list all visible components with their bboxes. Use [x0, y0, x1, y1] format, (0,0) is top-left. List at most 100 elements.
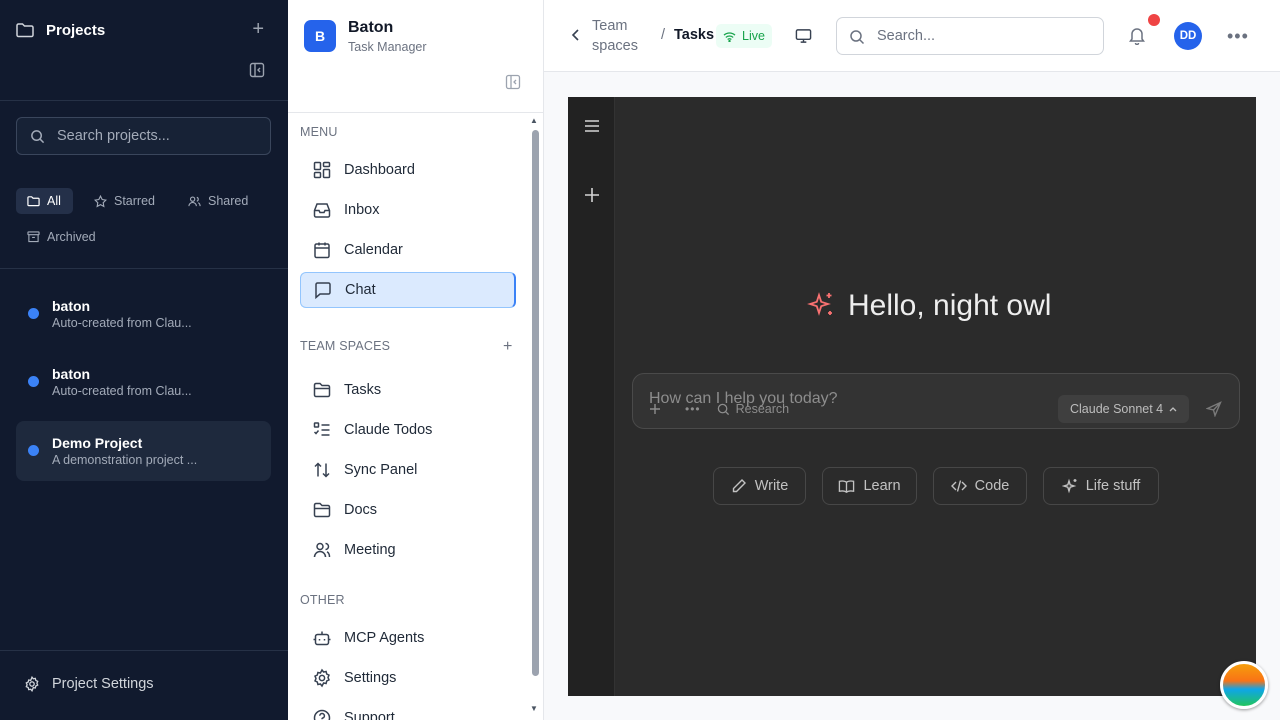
app-logo: B — [304, 20, 336, 52]
section-other-label: OTHER — [300, 593, 345, 607]
send-icon[interactable] — [1206, 401, 1222, 417]
more-tools-icon[interactable]: ••• — [685, 402, 701, 416]
search-placeholder: Search projects... — [57, 128, 170, 144]
filter-archived[interactable]: Archived — [16, 224, 108, 250]
nav-label: Claude Todos — [344, 422, 433, 438]
filter-all[interactable]: All — [16, 188, 73, 214]
project-item[interactable]: baton Auto-created from Clau... — [16, 284, 271, 344]
top-bar: Team spaces / Tasks Live Search... DD ••… — [544, 0, 1280, 72]
filter-shared[interactable]: Shared — [177, 188, 260, 214]
monitor-icon[interactable] — [795, 28, 812, 44]
collapse-panel-icon[interactable] — [249, 62, 265, 78]
scroll-down-arrow[interactable]: ▼ — [530, 704, 538, 713]
nav-settings[interactable]: Settings — [300, 660, 515, 696]
nav-calendar[interactable]: Calendar — [300, 232, 515, 268]
projects-panel: Projects + Search projects... All Starre… — [0, 0, 288, 720]
project-item[interactable]: Demo Project A demonstration project ... — [16, 421, 271, 481]
code-icon — [950, 480, 967, 492]
global-search-input[interactable]: Search... — [836, 17, 1104, 55]
sidebar-scrollbar[interactable] — [532, 130, 539, 676]
nav-inbox[interactable]: Inbox — [300, 192, 515, 228]
hamburger-menu-icon[interactable] — [584, 119, 600, 133]
nav-claude-todos[interactable]: Claude Todos — [300, 412, 515, 448]
project-search-input[interactable]: Search projects... — [16, 117, 271, 155]
project-settings-button[interactable]: Project Settings — [24, 676, 154, 692]
users-icon — [188, 195, 201, 206]
nav-label: Dashboard — [344, 162, 415, 178]
search-icon — [717, 403, 729, 415]
greeting-text: Hello, night owl — [848, 289, 1052, 322]
chip-life-stuff[interactable]: Life stuff — [1043, 467, 1159, 505]
chat-rail — [568, 97, 615, 696]
plus-icon[interactable] — [649, 403, 661, 415]
gear-icon — [314, 668, 330, 688]
project-settings-label: Project Settings — [52, 676, 154, 692]
chevron-left-icon[interactable] — [570, 28, 582, 42]
list-check-icon — [313, 422, 330, 436]
breadcrumb-tasks: Tasks — [674, 27, 715, 43]
section-menu-label: MENU — [300, 125, 338, 139]
nav-dashboard[interactable]: Dashboard — [300, 152, 515, 188]
calendar-icon — [314, 242, 330, 259]
search-placeholder: Search... — [877, 28, 936, 44]
pencil-icon — [732, 479, 746, 493]
project-desc: A demonstration project ... — [52, 453, 198, 467]
live-label: Live — [742, 29, 765, 43]
project-name: baton — [52, 298, 91, 314]
divider — [0, 268, 288, 269]
chip-write[interactable]: Write — [713, 467, 806, 505]
app-name: Baton — [348, 19, 394, 36]
wifi-icon — [723, 31, 736, 42]
more-options-icon[interactable]: ••• — [1227, 26, 1249, 47]
divider — [288, 112, 543, 113]
archive-icon — [27, 231, 40, 243]
sync-arrows-icon — [314, 462, 330, 478]
nav-label: MCP Agents — [344, 630, 425, 646]
research-label[interactable]: Research — [736, 402, 790, 416]
nav-meeting[interactable]: Meeting — [300, 532, 515, 568]
chip-learn[interactable]: Learn — [822, 467, 917, 505]
sparkle-icon — [807, 292, 832, 316]
scroll-up-arrow[interactable]: ▲ — [530, 116, 538, 125]
chat-icon — [315, 282, 331, 300]
dashboard-icon — [313, 161, 331, 179]
filter-label: Archived — [47, 230, 96, 244]
project-dot — [28, 445, 39, 456]
nav-chat[interactable]: Chat — [300, 272, 516, 308]
add-team-space-button[interactable]: + — [503, 338, 512, 356]
search-icon — [31, 130, 45, 144]
nav-sync-panel[interactable]: Sync Panel — [300, 452, 515, 488]
project-dot — [28, 308, 39, 319]
bell-icon[interactable] — [1128, 26, 1146, 45]
gear-icon — [25, 676, 39, 692]
users-icon — [313, 542, 331, 558]
nav-label: Calendar — [344, 242, 403, 258]
filter-label: Shared — [208, 194, 249, 208]
chat-compose-box[interactable]: How can I help you today? ••• Research C… — [632, 373, 1240, 429]
beach-widget-icon[interactable] — [1220, 661, 1268, 709]
nav-label: Settings — [344, 670, 397, 686]
new-chat-icon[interactable] — [584, 187, 600, 203]
divider — [0, 100, 288, 101]
nav-support[interactable]: Support — [300, 700, 515, 720]
model-selector[interactable]: Claude Sonnet 4 — [1058, 395, 1190, 423]
user-avatar[interactable]: DD — [1174, 22, 1202, 50]
live-badge: Live — [716, 24, 772, 48]
project-dot — [28, 376, 39, 387]
nav-mcp-agents[interactable]: MCP Agents — [300, 620, 515, 656]
nav-label: Chat — [345, 282, 376, 298]
project-name: Demo Project — [52, 435, 143, 451]
model-name: Claude Sonnet 4 — [1070, 402, 1164, 416]
app-subtitle: Task Manager — [348, 40, 427, 54]
projects-header: Projects + — [16, 18, 272, 42]
project-item[interactable]: baton Auto-created from Clau... — [16, 352, 271, 412]
nav-docs[interactable]: Docs — [300, 492, 515, 528]
breadcrumb-team-spaces[interactable]: Team spaces — [592, 16, 652, 56]
nav-tasks[interactable]: Tasks — [300, 372, 515, 408]
inbox-icon — [313, 203, 331, 218]
chip-code[interactable]: Code — [933, 467, 1027, 505]
add-project-button[interactable]: + — [252, 19, 264, 39]
filter-starred[interactable]: Starred — [83, 188, 167, 214]
project-desc: Auto-created from Clau... — [52, 384, 192, 398]
collapse-sidebar-icon[interactable] — [505, 74, 521, 90]
